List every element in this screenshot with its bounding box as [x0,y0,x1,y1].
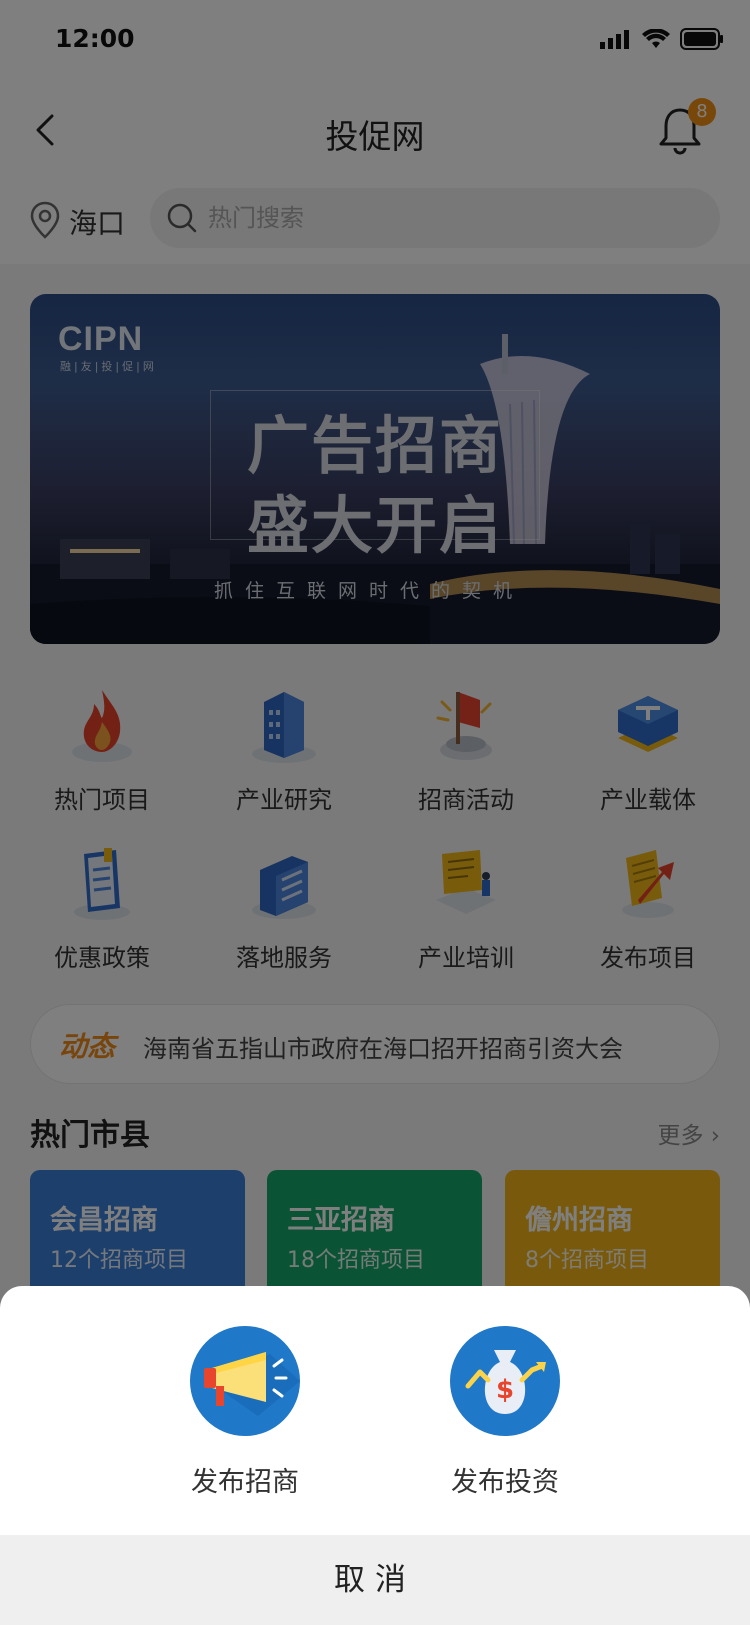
megaphone-icon [190,1326,300,1436]
sheet-option-label: 发布招商 [191,1467,299,1498]
svg-text:$: $ [496,1375,514,1405]
publish-recruitment-option[interactable]: 发布招商 [165,1326,325,1499]
publish-investment-option[interactable]: $ 发布投资 [425,1326,585,1499]
sheet-option-label: 发布投资 [451,1467,559,1498]
money-bag-icon: $ [450,1326,560,1436]
publish-action-sheet: 发布招商 $ 发布投资 取消 [0,1286,750,1625]
cancel-button[interactable]: 取消 [0,1535,750,1625]
